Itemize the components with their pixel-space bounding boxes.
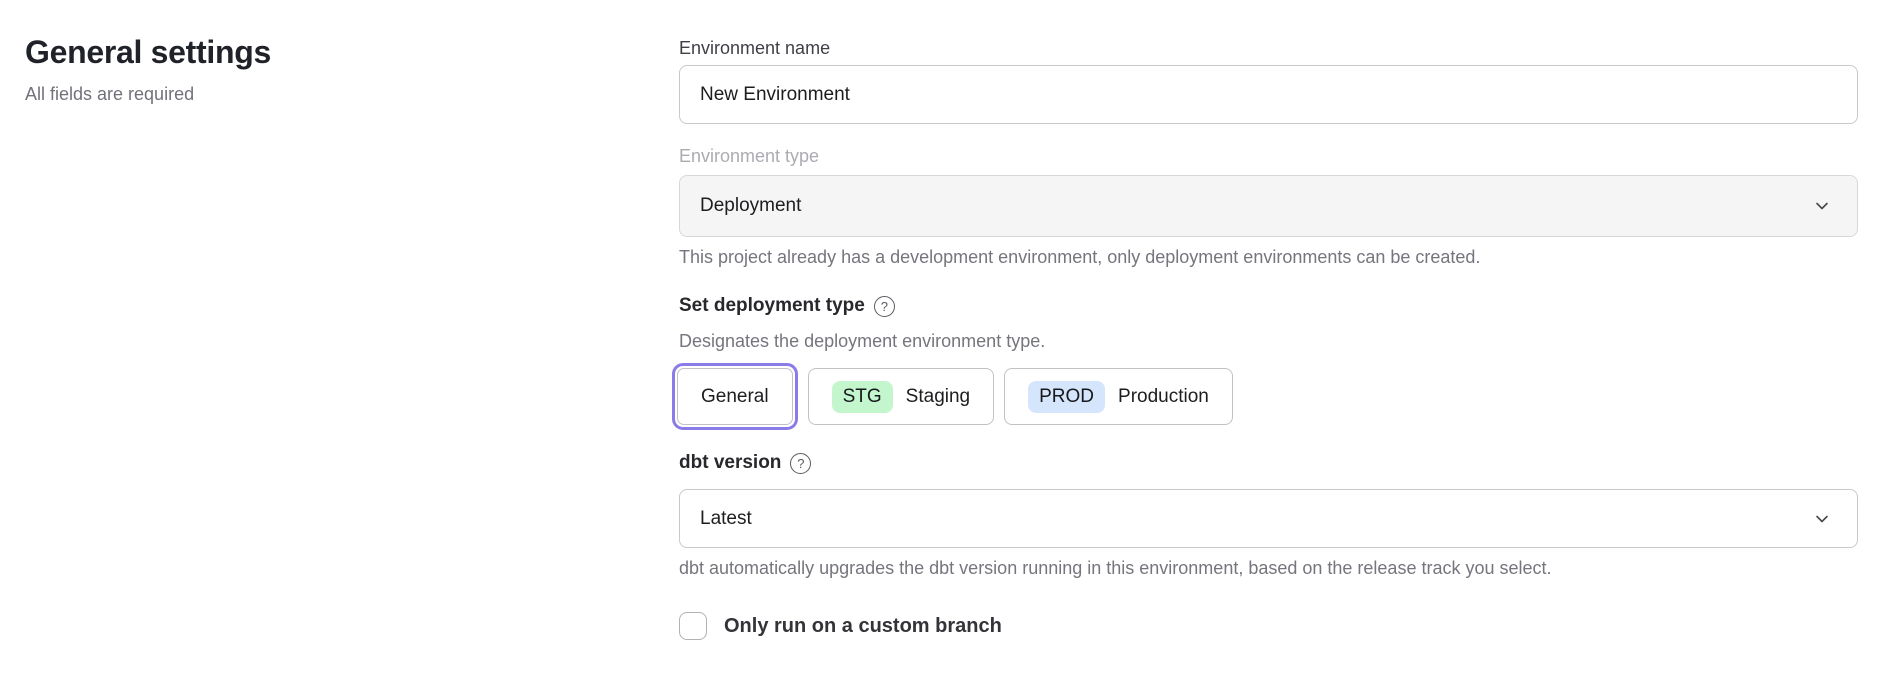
page-title: General settings xyxy=(25,34,625,71)
deployment-type-section-label: Set deployment type ? xyxy=(679,295,895,317)
custom-branch-checkbox[interactable] xyxy=(679,612,707,640)
production-option-label: Production xyxy=(1118,386,1209,408)
deployment-type-staging-button[interactable]: STG Staging xyxy=(808,368,995,425)
selected-option-ring: General xyxy=(672,363,798,430)
dbt-version-section-label: dbt version ? xyxy=(679,452,811,474)
environment-form: Environment name Environment type Deploy… xyxy=(679,0,1858,678)
help-icon[interactable]: ? xyxy=(874,296,895,317)
deployment-type-label-text: Set deployment type xyxy=(679,295,865,317)
page-subtitle: All fields are required xyxy=(25,84,625,105)
dbt-version-help-text: dbt automatically upgrades the dbt versi… xyxy=(679,558,1552,579)
help-icon[interactable]: ? xyxy=(790,453,811,474)
staging-option-label: Staging xyxy=(906,386,970,408)
settings-header: General settings All fields are required xyxy=(25,34,625,105)
chevron-down-icon xyxy=(1813,510,1831,528)
environment-type-select: Deployment xyxy=(679,175,1858,237)
environment-type-help-text: This project already has a development e… xyxy=(679,247,1480,268)
prod-badge: PROD xyxy=(1028,381,1105,413)
environment-name-input[interactable] xyxy=(679,65,1858,124)
environment-type-value: Deployment xyxy=(700,195,801,217)
chevron-down-icon xyxy=(1813,197,1831,215)
custom-branch-label: Only run on a custom branch xyxy=(724,615,1002,638)
deployment-type-options: General STG Staging PROD Production xyxy=(679,363,1233,430)
deployment-type-production-button[interactable]: PROD Production xyxy=(1004,368,1233,425)
dbt-version-value: Latest xyxy=(700,508,752,530)
deployment-type-general-button[interactable]: General xyxy=(677,368,793,425)
deployment-type-description: Designates the deployment environment ty… xyxy=(679,331,1045,352)
general-option-label: General xyxy=(701,386,769,408)
custom-branch-row: Only run on a custom branch xyxy=(679,612,1002,640)
general-settings-page: General settings All fields are required… xyxy=(0,0,1890,678)
stg-badge: STG xyxy=(832,381,893,413)
environment-type-label: Environment type xyxy=(679,146,819,167)
dbt-version-select[interactable]: Latest xyxy=(679,489,1858,548)
environment-name-label: Environment name xyxy=(679,38,830,59)
dbt-version-label-text: dbt version xyxy=(679,452,781,474)
